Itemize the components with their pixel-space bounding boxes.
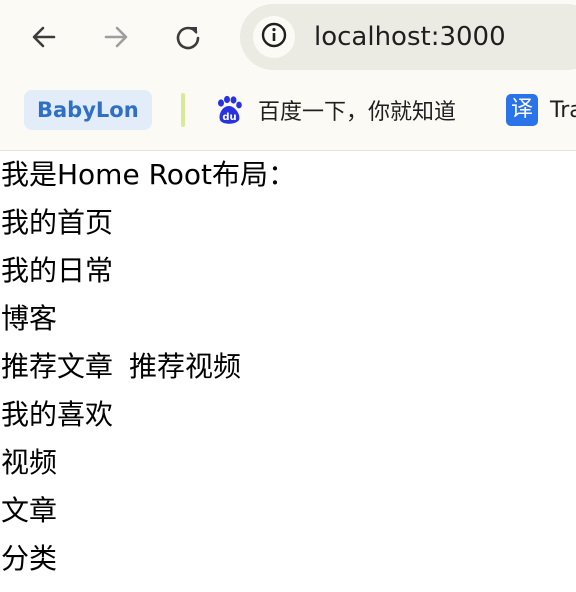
link-categories[interactable]: 分类: [1, 535, 57, 583]
bookmark-divider: [181, 93, 185, 127]
info-circle-icon: [260, 21, 288, 53]
link-articles[interactable]: 文章: [1, 487, 57, 535]
link-my-likes[interactable]: 我的喜欢: [1, 391, 113, 439]
bookmark-translate[interactable]: 译 Tra: [506, 92, 576, 128]
bookmark-babylon[interactable]: BabyLon: [24, 90, 152, 130]
page-content: 我是Home Root布局： 我的首页 我的日常 博客 推荐文章 推荐视频 我的喜…: [0, 151, 576, 592]
forward-button[interactable]: [94, 15, 138, 59]
link-recommended-videos[interactable]: 推荐视频: [129, 350, 241, 383]
bookmark-translate-label: Tra: [550, 97, 576, 123]
bookmark-baidu[interactable]: du 百度一下，你就知道: [214, 92, 456, 128]
svg-text:du: du: [222, 112, 236, 123]
site-info-button[interactable]: [253, 16, 295, 58]
address-bar[interactable]: localhost:3000: [240, 4, 576, 70]
url-text[interactable]: localhost:3000: [314, 21, 506, 53]
link-recommended-articles[interactable]: 推荐文章: [1, 350, 113, 383]
translate-icon: 译: [506, 94, 538, 126]
baidu-icon: du: [214, 95, 244, 125]
arrow-right-icon: [102, 23, 130, 51]
link-my-home[interactable]: 我的首页: [1, 199, 113, 247]
browser-toolbar: localhost:3000: [0, 0, 576, 74]
home-root-layout-heading: 我是Home Root布局：: [1, 158, 297, 191]
link-videos[interactable]: 视频: [1, 439, 57, 487]
bookmark-baidu-label: 百度一下，你就知道: [258, 100, 457, 125]
bookmarks-bar: BabyLon du 百度一下，你就知道 译 Tra: [0, 74, 576, 151]
reload-button[interactable]: [166, 15, 210, 59]
back-button[interactable]: [22, 15, 66, 59]
recommend-row: 推荐文章 推荐视频: [1, 343, 241, 391]
arrow-left-icon: [30, 23, 58, 51]
link-my-daily[interactable]: 我的日常: [1, 247, 113, 295]
reload-icon: [174, 23, 202, 51]
link-blog[interactable]: 博客: [1, 295, 57, 343]
